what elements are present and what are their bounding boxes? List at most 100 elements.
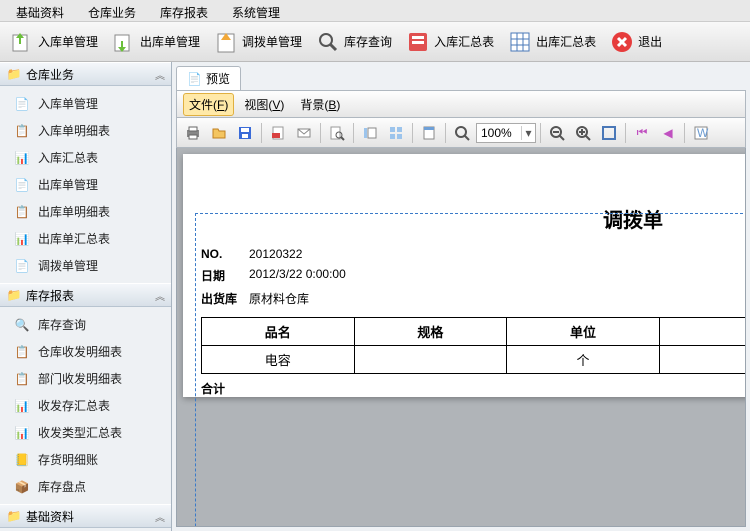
panel-header-warehouse[interactable]: 📁 仓库业务 ︽ [0,62,171,86]
print-icon[interactable] [181,122,205,144]
zoom-combo[interactable]: ▾ [476,123,536,143]
item-icon: 📊 [14,398,30,414]
export-pdf-icon[interactable] [266,122,290,144]
first-page-icon[interactable]: ⏮ [630,122,654,144]
thumbnails-icon[interactable] [384,122,408,144]
sum-label: 合计 [201,380,225,397]
search-icon [316,30,340,54]
preview-tab[interactable]: 📄 预览 [176,66,241,90]
sidebar-item[interactable]: 📒存货明细账 [0,446,171,473]
sidebar-item[interactable]: 📊 收发类型汇总表 [0,419,171,446]
sidebar-item-label: 收发类型汇总表 [38,424,122,441]
sidebar-item-label: 存货明细账 [38,451,98,468]
doc-title: 调拨单 [201,204,746,233]
tb-in-sum[interactable]: 入库汇总表 [400,26,500,58]
item-icon: 🔍 [14,317,30,333]
zoom-out-icon[interactable] [545,122,569,144]
separator [540,123,541,143]
find-icon[interactable] [325,122,349,144]
tb-label: 退出 [638,33,662,50]
sidebar-item-label: 出库单汇总表 [38,230,110,247]
tb-transfer[interactable]: 调拨单管理 [208,26,308,58]
background-menu[interactable]: 背景(B) [294,93,346,116]
view-menu[interactable]: 视图(V) [238,93,290,116]
sidebar-item[interactable]: 🔍库存查询 [0,311,171,338]
outline-icon[interactable] [358,122,382,144]
tb-outbound[interactable]: 出库单管理 [106,26,206,58]
sidebar-item[interactable]: 📄入库单管理 [0,90,171,117]
separator [353,123,354,143]
item-icon: 📋 [14,344,30,360]
separator [261,123,262,143]
menu-basic[interactable]: 基础资料 [4,2,76,19]
chevron-up-icon: ︽ [155,509,165,524]
menu-report[interactable]: 库存报表 [148,2,220,19]
menubar: 基础资料 仓库业务 库存报表 系统管理 [0,0,750,22]
menu-warehouse[interactable]: 仓库业务 [76,2,148,19]
cell: 1.000000 [659,346,746,374]
open-icon[interactable] [207,122,231,144]
sidebar-item-label: 入库单管理 [38,95,98,112]
sidebar-item-label: 仓库收发明细表 [38,343,122,360]
main-toolbar: 入库单管理 出库单管理 调拨单管理 库存查询 入库汇总表 出库汇总表 退出 [0,22,750,62]
zoom-icon[interactable] [450,122,474,144]
separator [320,123,321,143]
sidebar-item[interactable]: 📋 部门收发明细表 [0,365,171,392]
tb-label: 入库单管理 [38,33,98,50]
cell [354,346,507,374]
sidebar-item-label: 库存盘点 [38,478,86,495]
file-menu[interactable]: 文件(F) [183,93,234,116]
sidebar-item[interactable]: 📊出库单汇总表 [0,225,171,252]
panel-header-report[interactable]: 📁 库存报表 ︽ [0,283,171,307]
tb-label: 调拨单管理 [242,33,302,50]
sidebar-item-label: 调拨单管理 [38,257,98,274]
chevron-up-icon: ︽ [155,288,165,303]
cell: 个 [507,346,660,374]
sidebar-item[interactable]: 📋出库单明细表 [0,198,171,225]
preview-tab-label: 预览 [206,70,230,87]
sidebar-item[interactable]: 📋入库单明细表 [0,117,171,144]
panel-title: 仓库业务 [26,66,74,83]
out-wh-value: 原材料仓库 [249,290,309,307]
transfer-icon [214,30,238,54]
tb-exit[interactable]: 退出 [604,26,668,58]
date-label: 日期 [201,267,245,284]
panel-header-basic[interactable]: 📁 基础资料 ︽ [0,504,171,528]
sidebar-item[interactable]: 📊入库汇总表 [0,144,171,171]
folder-icon: 📁 [6,508,22,524]
sidebar-item-label: 出库单管理 [38,176,98,193]
zoom-in-icon[interactable] [571,122,595,144]
sidebar-item-label: 收发存汇总表 [38,397,110,414]
save-icon[interactable] [233,122,257,144]
sidebar-item[interactable]: 📦库存盘点 [0,473,171,500]
fullscreen-icon[interactable] [597,122,621,144]
preview-canvas[interactable]: 调拨单 NO. 20120322 日期 2012/3/22 0:00:00 经手… [176,148,746,527]
chevron-down-icon[interactable]: ▾ [521,126,535,140]
sidebar-item[interactable]: 📊 收发存汇总表 [0,392,171,419]
sidebar-item[interactable]: 📋 仓库收发明细表 [0,338,171,365]
item-icon: 📄 [14,258,30,274]
tb-out-sum[interactable]: 出库汇总表 [502,26,602,58]
sidebar-item-label: 入库单明细表 [38,122,110,139]
tb-search[interactable]: 库存查询 [310,26,398,58]
in-sum-icon [406,30,430,54]
email-icon[interactable] [292,122,316,144]
menu-system[interactable]: 系统管理 [220,2,292,19]
page-setup-icon[interactable] [417,122,441,144]
watermark-icon[interactable]: W [689,122,713,144]
sidebar-item-label: 部门收发明细表 [38,370,122,387]
col-header: 品名 [202,318,355,346]
svg-text:W: W [697,126,709,140]
item-icon: 📊 [14,425,30,441]
item-icon: 📋 [14,371,30,387]
out-wh-label: 出货库 [201,290,245,307]
prev-page-icon[interactable]: ◀ [656,122,680,144]
zoom-input[interactable] [477,126,521,140]
data-table: 品名规格单位单价数量 电容个1.0000001.00 [201,317,746,374]
sidebar-item[interactable]: 📄出库单管理 [0,171,171,198]
item-icon: 📊 [14,150,30,166]
date-value: 2012/3/22 0:00:00 [249,267,346,284]
tb-inbound[interactable]: 入库单管理 [4,26,104,58]
separator [684,123,685,143]
sidebar-item[interactable]: 📄 调拨单管理 [0,252,171,279]
